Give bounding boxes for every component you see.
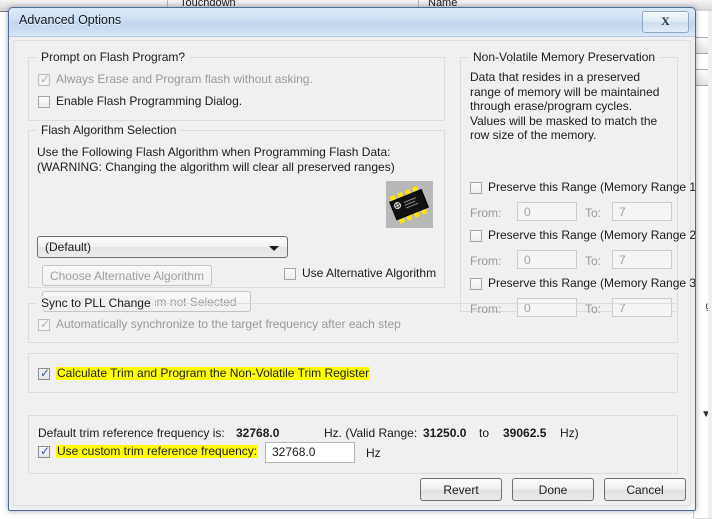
range-1-to-label: To: [585,206,601,220]
flash-algorithm-group-legend: Flash Algorithm Selection [37,123,180,137]
checkmark-icon: ✓ [40,366,50,380]
use-alternative-algorithm-checkbox-row[interactable]: Use Alternative Algorithm [284,267,436,280]
preserve-range-3-label: Preserve this Range (Memory Range 3) [488,277,696,290]
valid-range-to: to [479,426,489,440]
background-scroll-column[interactable] [708,11,712,518]
use-custom-trim-checkbox[interactable]: ✓ [38,446,50,458]
range-1-from-input[interactable]: 0 [517,202,577,221]
flash-algorithm-description-line1: Use the Following Flash Algorithm when P… [37,145,390,159]
cancel-button[interactable]: Cancel [604,478,686,501]
done-button[interactable]: Done [512,478,594,501]
enable-flash-dialog-label: Enable Flash Programming Dialog. [56,95,242,108]
use-custom-trim-label: Use custom trim reference frequency: [56,445,258,458]
enable-flash-dialog-checkbox-row[interactable]: Enable Flash Programming Dialog. [38,95,242,108]
dialog-title: Advanced Options [19,13,121,27]
use-custom-trim-checkbox-row[interactable]: ✓ Use custom trim reference frequency: [38,445,258,458]
choose-alternative-algorithm-label: Choose Alternative Algorithm [43,266,211,286]
revert-button[interactable]: Revert [420,478,502,501]
auto-sync-checkbox: ✓ [38,319,50,331]
choose-alternative-algorithm-button[interactable]: Choose Alternative Algorithm [42,265,212,286]
always-erase-label: Always Erase and Program flash without a… [56,73,313,86]
chevron-down-icon [269,246,279,251]
prompt-on-flash-program-group: Prompt on Flash Program? [28,57,445,121]
nvm-description: Data that resides in a preserved range o… [470,70,668,143]
preserve-range-2-label: Preserve this Range (Memory Range 2) [488,229,696,242]
checkmark-icon: ✓ [40,72,50,86]
dialog-client-area: Prompt on Flash Program? ✓ Always Erase … [13,40,691,506]
checkmark-icon: ✓ [40,444,50,458]
checkmark-icon: ✓ [40,317,50,331]
valid-range-prefix: Hz. (Valid Range: [324,426,417,440]
range-2-from-label: From: [470,254,501,268]
valid-range-max: 39062.5 [503,426,546,440]
memory-chip-icon-graphic [386,181,433,228]
memory-chip-icon [386,181,433,228]
close-button[interactable]: X [642,11,689,33]
preserve-range-2-checkbox[interactable] [470,230,482,242]
always-erase-checkbox-row[interactable]: ✓ Always Erase and Program flash without… [38,73,313,86]
default-trim-frequency-label: Default trim reference frequency is: [38,426,225,440]
prompt-group-legend: Prompt on Flash Program? [37,50,189,64]
always-erase-checkbox: ✓ [38,74,50,86]
flash-algorithm-combobox-value: (Default) [45,240,91,254]
preserve-range-1-checkbox[interactable] [470,182,482,194]
range-1-to-input[interactable]: 7 [612,202,672,221]
use-alternative-algorithm-checkbox[interactable] [284,268,296,280]
revert-button-label: Revert [421,479,501,501]
range-2-to-input[interactable]: 7 [612,250,672,269]
calculate-trim-checkbox[interactable]: ✓ [38,368,50,380]
done-button-label: Done [513,479,593,501]
preserve-range-1-checkbox-row[interactable]: Preserve this Range (Memory Range 1) [470,181,696,194]
range-2-to-label: To: [585,254,601,268]
preserve-range-3-checkbox[interactable] [470,278,482,290]
use-alternative-algorithm-label: Use Alternative Algorithm [302,267,436,280]
valid-range-min: 31250.0 [423,426,466,440]
preserve-range-2-checkbox-row[interactable]: Preserve this Range (Memory Range 2) [470,229,696,242]
calculate-trim-label: Calculate Trim and Program the Non-Volat… [56,367,370,380]
dialog-titlebar[interactable]: Advanced Options X [9,8,695,37]
range-1-from-label: From: [470,206,501,220]
auto-sync-checkbox-row[interactable]: ✓ Automatically synchronize to the targe… [38,318,401,331]
cancel-button-label: Cancel [605,479,685,501]
calculate-trim-checkbox-row[interactable]: ✓ Calculate Trim and Program the Non-Vol… [38,367,370,380]
enable-flash-dialog-checkbox[interactable] [38,96,50,108]
advanced-options-dialog: Advanced Options X Prompt on Flash Progr… [8,7,696,511]
preserve-range-3-checkbox-row[interactable]: Preserve this Range (Memory Range 3) [470,277,696,290]
sync-group-legend: Sync to PLL Change [37,296,155,310]
flash-algorithm-description-line2: (WARNING: Changing the algorithm will cl… [37,160,395,174]
preserve-range-1-label: Preserve this Range (Memory Range 1) [488,181,696,194]
custom-trim-units-label: Hz [366,446,381,460]
close-icon: X [643,14,688,29]
flash-algorithm-combobox[interactable]: (Default) [37,236,288,258]
default-trim-frequency-value: 32768.0 [236,426,279,440]
range-2-from-input[interactable]: 0 [517,250,577,269]
valid-range-suffix: Hz) [560,426,579,440]
auto-sync-label: Automatically synchronize to the target … [56,318,401,331]
custom-trim-frequency-input[interactable]: 32768.0 [265,442,355,463]
nvm-group-legend: Non-Volatile Memory Preservation [469,50,659,64]
